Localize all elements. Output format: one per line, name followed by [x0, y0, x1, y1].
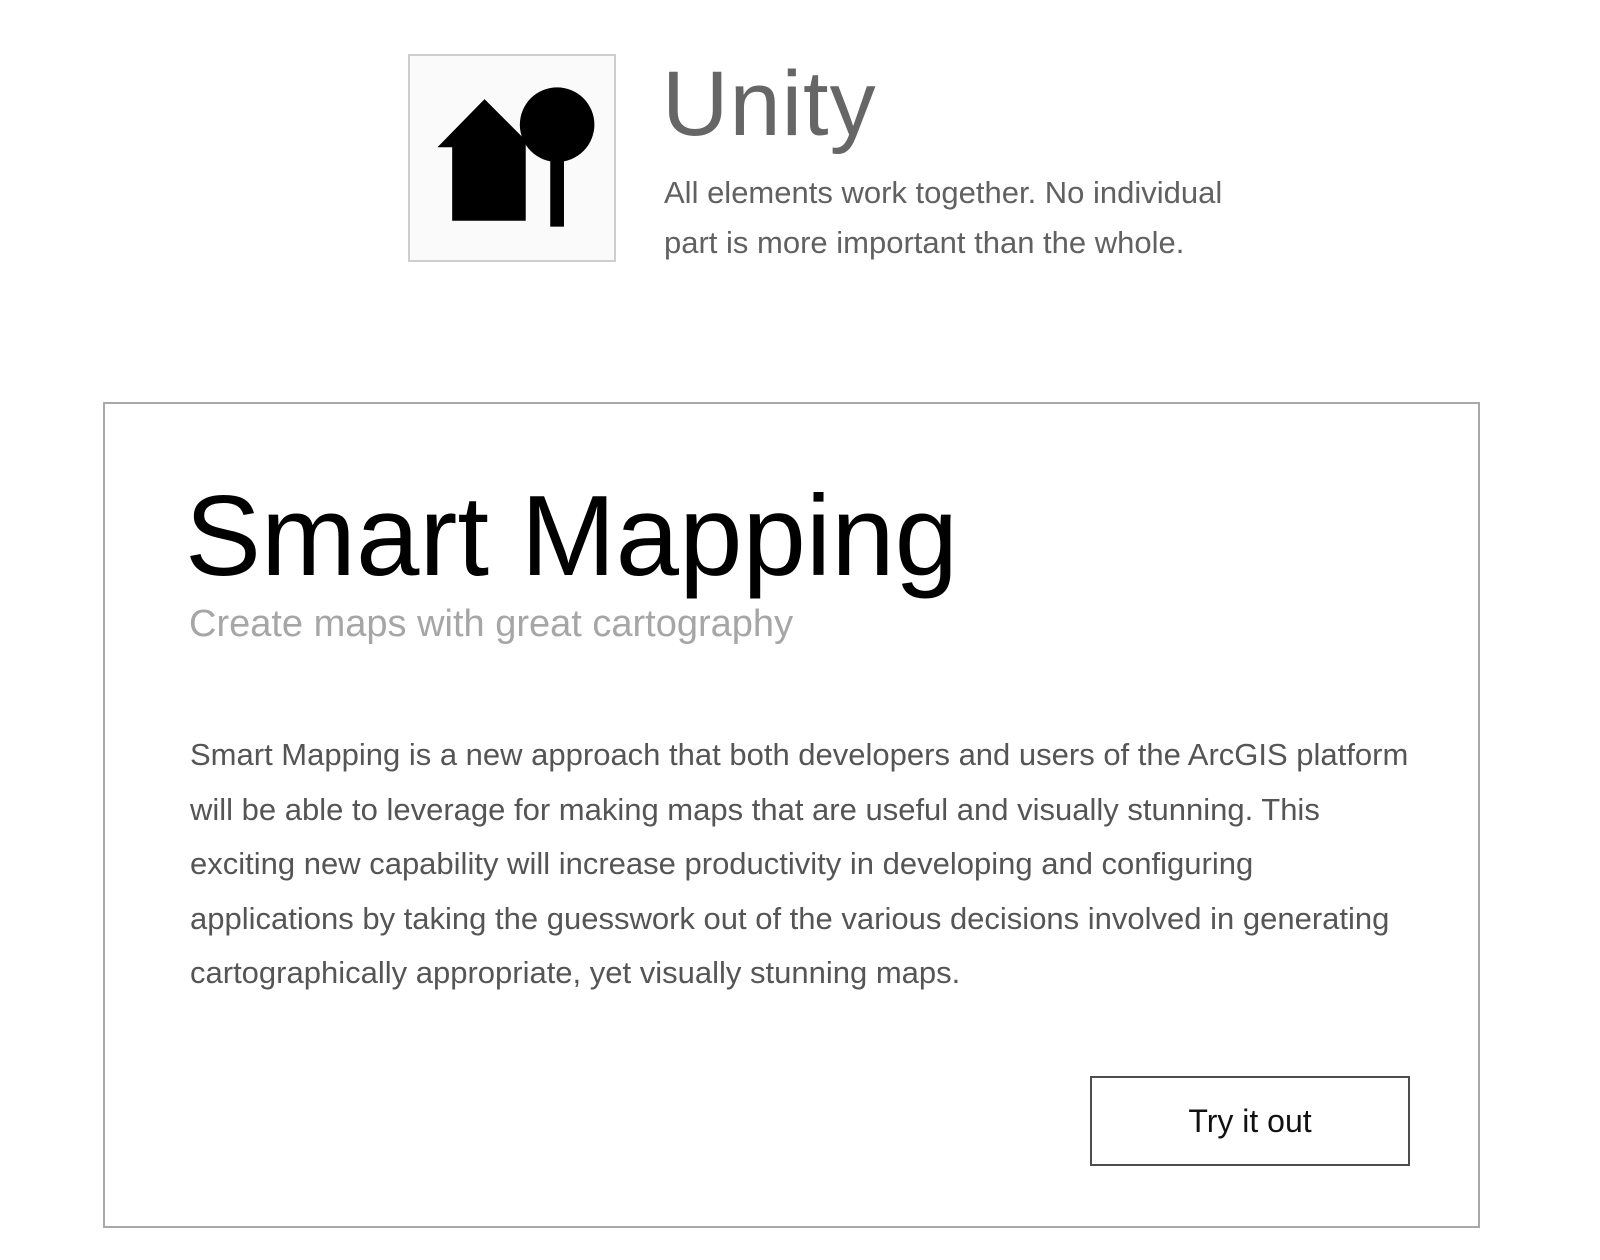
principle-title: Unity — [662, 53, 877, 155]
smart-mapping-card: Smart Mapping Create maps with great car… — [103, 402, 1480, 1228]
card-subtitle: Create maps with great cartography — [189, 603, 794, 645]
card-title: Smart Mapping — [185, 473, 959, 600]
house-and-tree-icon — [408, 54, 616, 262]
card-description: Smart Mapping is a new approach that bot… — [190, 737, 1409, 990]
principle-description: All elements work together. No individua… — [664, 175, 1223, 260]
unity-principle: Unity All elements work together. No ind… — [408, 54, 1308, 270]
try-it-out-button[interactable]: Try it out — [1090, 1076, 1410, 1166]
